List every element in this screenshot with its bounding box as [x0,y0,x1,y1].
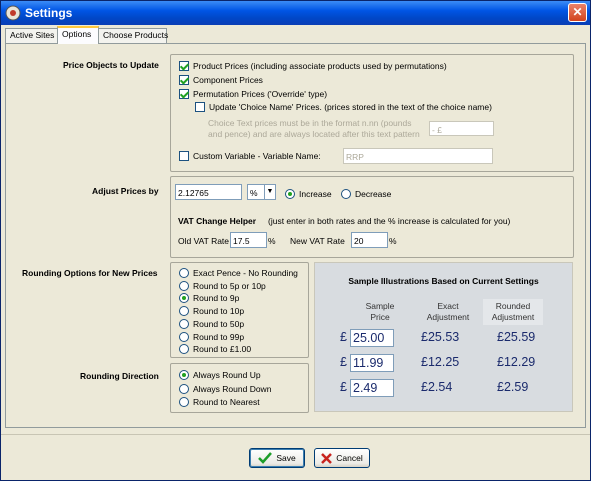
sample-illustrations-panel: Sample Illustrations Based on Current Se… [314,262,573,412]
rounding-option-label: Round to £1.00 [193,344,252,355]
choice-name-checkbox[interactable] [195,102,205,112]
currency-symbol: £ [340,330,347,344]
app-icon [5,5,21,21]
tab-active-sites[interactable]: Active Sites [5,28,58,43]
new-vat-label: New VAT Rate [290,236,345,246]
cancel-button[interactable]: Cancel [314,448,370,468]
sample-price-input[interactable]: 2.49 [350,379,394,397]
col-rounded-header: Rounded Adjustment [483,299,543,325]
rounded-adjustment-value: £25.59 [497,330,536,344]
exact-adjustment-value: £2.54 [421,380,453,394]
exact-adjustment-value: £12.25 [421,355,460,369]
vat-helper-hint: (just enter in both rates and the % incr… [268,216,511,226]
rounding-option-radio[interactable] [179,318,189,329]
rounding-option-radio[interactable] [179,331,189,342]
settings-window: Settings ✕ Active Sites Options Choose P… [0,0,591,481]
cross-icon [321,452,333,464]
rounding-direction-group: Always Round Up Always Round Down Round to… [170,363,309,413]
rounded-adjustment-value: £2.59 [497,380,529,394]
adjust-amount-input[interactable]: 2.12765 [175,184,242,200]
product-prices-checkbox[interactable] [179,61,189,71]
decrease-label: Decrease [355,189,392,199]
rounding-option-label: Round to 50p [193,318,245,329]
col-sample-line1: Sample [365,301,395,311]
sample-price-input[interactable]: 25.00 [350,329,394,347]
rounding-direction-option-label: Always Round Down [193,383,272,394]
col-rounded-line1: Rounded [495,301,531,311]
close-button[interactable]: ✕ [568,3,587,22]
rounding-option-label: Round to 99p [193,331,245,342]
rounding-option-radio[interactable] [179,306,189,317]
sample-title: Sample Illustrations Based on Current Se… [348,276,539,286]
col-rounded-line2: Adjustment [491,312,535,322]
permutation-prices-checkbox[interactable] [179,89,189,99]
currency-symbol: £ [340,355,347,369]
rounding-direction-radio[interactable] [179,370,189,380]
currency-symbol: £ [340,380,347,394]
rounding-direction-option-label: Always Round Up [193,370,261,380]
footer-divider [1,434,590,435]
rounding-direction-option-label: Round to Nearest [193,397,260,407]
new-vat-input[interactable]: 20 [351,232,388,248]
tab-options[interactable]: Options [57,26,99,44]
rounding-option-label: Round to 9p [193,293,240,304]
rounding-option-label: Round to 10p [193,306,245,317]
rounding-option-label: Exact Pence - No Rounding [193,268,298,278]
chevron-down-icon[interactable]: ▼ [264,185,275,199]
tab-choose-products[interactable]: Choose Products [98,28,168,43]
save-button-label: Save [276,453,296,463]
rounding-option-radio[interactable] [179,293,189,304]
col-exact-line2: Adjustment [426,312,470,322]
choice-note-line2: and pence) and are always located after … [208,129,420,139]
rounding-options-label: Rounding Options for New Prices [22,268,158,278]
cancel-button-label: Cancel [336,453,363,463]
options-panel: Price Objects to Update Product Prices (… [5,43,586,428]
rounding-direction-label: Rounding Direction [80,371,159,381]
rounding-option-radio[interactable] [179,344,189,355]
title-bar[interactable]: Settings ✕ [1,1,590,25]
rounding-direction-radio[interactable] [179,383,189,394]
sample-price-input[interactable]: 11.99 [350,354,394,372]
increase-label: Increase [299,189,332,199]
vat-helper-title: VAT Change Helper [178,216,257,226]
new-vat-pct: % [389,236,397,246]
rounded-adjustment-value: £12.29 [497,355,536,369]
component-prices-label: Component Prices [193,75,263,85]
rounding-option-radio[interactable] [179,268,189,278]
checkmark-icon [258,452,273,464]
rounding-options-group: Exact Pence - No Rounding Round to 5p or … [170,262,309,358]
old-vat-input[interactable]: 17.5 [230,232,267,248]
decrease-radio[interactable] [341,189,351,199]
rounding-option-radio[interactable] [179,280,189,291]
adjust-unit-value: % [250,188,258,198]
save-button[interactable]: Save [249,448,305,468]
custom-variable-checkbox[interactable] [179,151,189,161]
rounding-option-label: Round to 5p or 10p [193,280,266,291]
custom-variable-input[interactable]: RRP [343,148,493,164]
old-vat-label: Old VAT Rate [178,236,230,246]
window-title: Settings [25,6,73,20]
old-vat-pct: % [268,236,276,246]
price-objects-label: Price Objects to Update [63,60,159,70]
product-prices-label: Product Prices (including associate prod… [193,61,447,71]
col-exact-line1: Exact [437,301,459,311]
col-sample-line2: Price [370,312,390,322]
choice-note-line1: Choice Text prices must be in the format… [208,118,412,128]
choice-name-label: Update 'Choice Name' Prices. (prices sto… [209,102,492,112]
adjust-prices-label: Adjust Prices by [92,186,159,196]
increase-radio[interactable] [285,189,295,199]
permutation-prices-label: Permutation Prices ('Override' type) [193,89,328,99]
choice-pattern-input[interactable]: - £ [429,121,494,136]
component-prices-checkbox[interactable] [179,75,189,85]
rounding-direction-radio[interactable] [179,397,189,407]
exact-adjustment-value: £25.53 [421,330,460,344]
custom-variable-label: Custom Variable - Variable Name: [193,151,321,161]
